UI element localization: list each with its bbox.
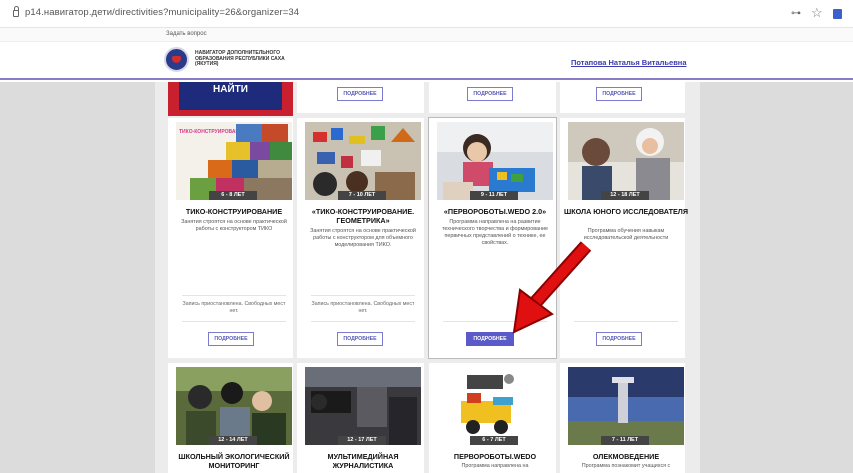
divider: [311, 321, 415, 322]
program-card-olekmovedenie[interactable]: 7 - 11 ЛЕТ ОЛЕКМОВЕДЕНИЕ Программа позна…: [560, 363, 685, 473]
program-image: [305, 122, 421, 200]
logo-icon[interactable]: [164, 47, 189, 72]
program-image: [568, 367, 684, 445]
enrollment-status: Запись приостановлена. Свободных мест не…: [311, 301, 415, 314]
card-title[interactable]: ТИКО-КОНСТРУИРОВАНИЕ: [172, 207, 296, 216]
journalism-photo-image: [305, 367, 421, 445]
card-partial-3: ПОДРОБНЕЕ: [429, 82, 556, 113]
program-card-tiko[interactable]: ТИКО-КОНСТРУИРОВАНИЕ 6 - 8 ЛЕТ ТИКО-КОНС…: [168, 118, 293, 358]
divider: [182, 295, 286, 296]
program-image: [568, 122, 684, 200]
age-badge: 7 - 10 ЛЕТ: [338, 191, 386, 200]
more-button[interactable]: ПОДРОБНЕЕ: [208, 332, 254, 346]
more-button[interactable]: ПОДРОБНЕЕ: [467, 87, 513, 101]
more-button[interactable]: ПОДРОБНЕЕ: [596, 87, 642, 101]
age-badge: 7 - 11 ЛЕТ: [601, 436, 649, 445]
find-banner: НАЙТИ: [168, 82, 293, 116]
more-button[interactable]: ПОДРОБНЕЕ: [337, 87, 383, 101]
url-text[interactable]: p14.навигатор.дети/directivities?municip…: [25, 7, 299, 18]
card-description: Программа направлена на: [461, 463, 529, 469]
card-title[interactable]: ШКОЛА ЮНОГО ИССЛЕДОВАТЕЛЯ: [564, 207, 688, 216]
card-title[interactable]: ПЕРВОРОБОТЫ.WEDO: [433, 452, 557, 461]
divider: [182, 321, 286, 322]
age-badge: 12 - 17 ЛЕТ: [338, 436, 386, 445]
wedo-robot-image: [437, 367, 553, 445]
site-header: [0, 43, 853, 80]
ask-question-link[interactable]: Задать вопрос: [166, 31, 207, 37]
user-profile-link[interactable]: Потапова Наталья Витальевна: [571, 58, 687, 67]
eco-photo-image: [176, 367, 292, 445]
card-title[interactable]: ОЛЕКМОВЕДЕНИЕ: [564, 452, 688, 461]
find-button[interactable]: НАЙТИ: [179, 82, 282, 110]
top-info-bar: [0, 28, 853, 42]
annotation-arrow-icon: [512, 241, 592, 334]
browser-address-bar: p14.навигатор.дети/directivities?municip…: [0, 0, 853, 28]
age-badge: 6 - 8 ЛЕТ: [209, 191, 257, 200]
age-badge: 9 - 11 ЛЕТ: [470, 191, 518, 200]
card-partial-2: ПОДРОБНЕЕ: [297, 82, 424, 113]
age-badge: 6 - 7 ЛЕТ: [470, 436, 518, 445]
tiko-collage-image: ТИКО-КОНСТРУИРОВАНИЕ: [176, 122, 292, 200]
wedo-photo-image: [437, 122, 553, 200]
age-badge: 12 - 14 ЛЕТ: [209, 436, 257, 445]
brand-name[interactable]: НАВИГАТОР ДОПОЛНИТЕЛЬНОГО ОБРАЗОВАНИЯ РЕ…: [195, 50, 305, 68]
card-title[interactable]: «ПЕРВОРОБОТЫ.WEDO 2.0»: [433, 207, 557, 216]
card-description: Занятия строятся на основе практической …: [181, 219, 287, 232]
olekma-photo-image: [568, 367, 684, 445]
card-description: Программа познакомит учащихся с: [581, 463, 671, 469]
card-title[interactable]: «ТИКО-КОНСТРУИРОВАНИЕ. ГЕОМЕТРИКА»: [301, 207, 425, 225]
researcher-photo-image: [568, 122, 684, 200]
program-image: [437, 122, 553, 200]
card-title[interactable]: ШКОЛЬНЫЙ ЭКОЛОГИЧЕСКИЙ МОНИТОРИНГ: [172, 452, 296, 470]
program-image: [176, 367, 292, 445]
program-card-eco-monitoring[interactable]: 12 - 14 ЛЕТ ШКОЛЬНЫЙ ЭКОЛОГИЧЕСКИЙ МОНИТ…: [168, 363, 293, 473]
program-image: [305, 367, 421, 445]
enrollment-status: Запись приостановлена. Свободных мест не…: [182, 301, 286, 314]
age-badge: 12 - 18 ЛЕТ: [601, 191, 649, 200]
program-image: [437, 367, 553, 445]
card-description: Занятия строятся на основе практической …: [310, 228, 416, 248]
geometrika-photo-image: [305, 122, 421, 200]
card-partial-4: ПОДРОБНЕЕ: [560, 82, 685, 113]
program-card-wedo[interactable]: 6 - 7 ЛЕТ ПЕРВОРОБОТЫ.WEDO Программа нап…: [429, 363, 556, 473]
program-card-tiko-geometrika[interactable]: 7 - 10 ЛЕТ «ТИКО-КОНСТРУИРОВАНИЕ. ГЕОМЕТ…: [297, 118, 424, 358]
divider: [311, 295, 415, 296]
more-button[interactable]: ПОДРОБНЕЕ: [596, 332, 642, 346]
extension-icon[interactable]: [833, 9, 842, 19]
key-icon[interactable]: ⊶: [791, 8, 801, 19]
lock-icon: [13, 6, 19, 17]
more-button[interactable]: ПОДРОБНЕЕ: [337, 332, 383, 346]
program-card-multimedia-journalism[interactable]: 12 - 17 ЛЕТ МУЛЬТИМЕДИЙНАЯ ЖУРНАЛИСТИКА: [297, 363, 424, 473]
card-title[interactable]: МУЛЬТИМЕДИЙНАЯ ЖУРНАЛИСТИКА: [301, 452, 425, 470]
program-image: ТИКО-КОНСТРУИРОВАНИЕ: [176, 122, 292, 200]
bookmark-star-icon[interactable]: ☆: [811, 5, 823, 21]
